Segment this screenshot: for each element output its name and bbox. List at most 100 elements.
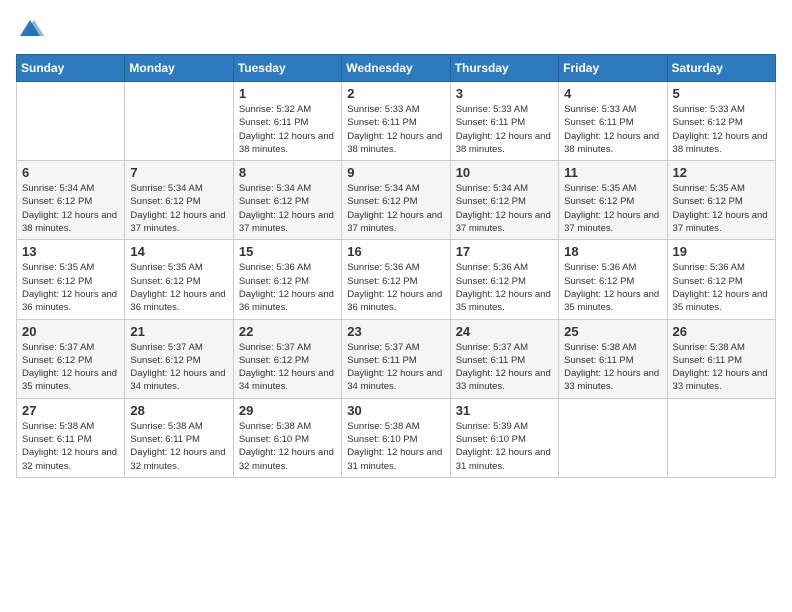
day-number: 5	[673, 86, 770, 101]
calendar-cell: 10 Sunrise: 5:34 AM Sunset: 6:12 PM Dayli…	[450, 161, 558, 240]
day-number: 22	[239, 324, 336, 339]
day-detail: Sunrise: 5:36 AM Sunset: 6:12 PM Dayligh…	[347, 261, 444, 314]
calendar-cell: 23 Sunrise: 5:37 AM Sunset: 6:11 PM Dayli…	[342, 319, 450, 398]
calendar-cell: 21 Sunrise: 5:37 AM Sunset: 6:12 PM Dayli…	[125, 319, 233, 398]
day-number: 11	[564, 165, 661, 180]
calendar-cell: 4 Sunrise: 5:33 AM Sunset: 6:11 PM Daylig…	[559, 82, 667, 161]
day-detail: Sunrise: 5:37 AM Sunset: 6:11 PM Dayligh…	[347, 341, 444, 394]
day-detail: Sunrise: 5:37 AM Sunset: 6:12 PM Dayligh…	[130, 341, 227, 394]
calendar-cell: 20Sunrise: 5:37 AM Sunset: 6:12 PM Dayli…	[17, 319, 125, 398]
day-detail: Sunrise: 5:34 AM Sunset: 6:12 PM Dayligh…	[347, 182, 444, 235]
calendar-cell: 15Sunrise: 5:36 AM Sunset: 6:12 PM Dayli…	[233, 240, 341, 319]
day-detail: Sunrise: 5:37 AM Sunset: 6:12 PM Dayligh…	[239, 341, 336, 394]
calendar-cell: 26 Sunrise: 5:38 AM Sunset: 6:11 PM Dayli…	[667, 319, 775, 398]
day-number: 12	[673, 165, 770, 180]
calendar-cell: 2Sunrise: 5:33 AM Sunset: 6:11 PM Daylig…	[342, 82, 450, 161]
calendar-cell: 12 Sunrise: 5:35 AM Sunset: 6:12 PM Dayli…	[667, 161, 775, 240]
day-number: 30	[347, 403, 444, 418]
day-number: 18	[564, 244, 661, 259]
calendar-cell: 31 Sunrise: 5:39 AM Sunset: 6:10 PM Dayli…	[450, 398, 558, 477]
day-number: 17	[456, 244, 553, 259]
day-number: 1	[239, 86, 336, 101]
day-detail: Sunrise: 5:38 AM Sunset: 6:11 PM Dayligh…	[673, 341, 770, 394]
day-detail: Sunrise: 5:35 AM Sunset: 6:12 PM Dayligh…	[564, 182, 661, 235]
page-header	[16, 16, 776, 44]
day-number: 3	[456, 86, 553, 101]
calendar-cell	[17, 82, 125, 161]
day-detail: Sunrise: 5:38 AM Sunset: 6:10 PM Dayligh…	[347, 420, 444, 473]
day-number: 6	[22, 165, 119, 180]
calendar-cell: 14 Sunrise: 5:35 AM Sunset: 6:12 PM Dayli…	[125, 240, 233, 319]
day-number: 27	[22, 403, 119, 418]
day-number: 28	[130, 403, 227, 418]
day-detail: Sunrise: 5:38 AM Sunset: 6:11 PM Dayligh…	[564, 341, 661, 394]
day-detail: Sunrise: 5:32 AM Sunset: 6:11 PM Dayligh…	[239, 103, 336, 156]
calendar-day-header: Sunday	[17, 55, 125, 82]
day-detail: Sunrise: 5:33 AM Sunset: 6:11 PM Dayligh…	[456, 103, 553, 156]
calendar-week-row: 20Sunrise: 5:37 AM Sunset: 6:12 PM Dayli…	[17, 319, 776, 398]
day-detail: Sunrise: 5:36 AM Sunset: 6:12 PM Dayligh…	[673, 261, 770, 314]
calendar-cell	[125, 82, 233, 161]
day-number: 23	[347, 324, 444, 339]
calendar-cell: 25Sunrise: 5:38 AM Sunset: 6:11 PM Dayli…	[559, 319, 667, 398]
day-detail: Sunrise: 5:34 AM Sunset: 6:12 PM Dayligh…	[239, 182, 336, 235]
day-number: 7	[130, 165, 227, 180]
day-number: 16	[347, 244, 444, 259]
day-number: 13	[22, 244, 119, 259]
day-number: 31	[456, 403, 553, 418]
logo	[16, 16, 48, 44]
calendar-cell: 16 Sunrise: 5:36 AM Sunset: 6:12 PM Dayli…	[342, 240, 450, 319]
day-number: 21	[130, 324, 227, 339]
calendar-cell: 1 Sunrise: 5:32 AM Sunset: 6:11 PM Daylig…	[233, 82, 341, 161]
day-detail: Sunrise: 5:35 AM Sunset: 6:12 PM Dayligh…	[130, 261, 227, 314]
calendar-day-header: Monday	[125, 55, 233, 82]
calendar-week-row: 1 Sunrise: 5:32 AM Sunset: 6:11 PM Daylig…	[17, 82, 776, 161]
day-number: 19	[673, 244, 770, 259]
day-detail: Sunrise: 5:36 AM Sunset: 6:12 PM Dayligh…	[456, 261, 553, 314]
day-number: 24	[456, 324, 553, 339]
calendar-cell	[559, 398, 667, 477]
day-detail: Sunrise: 5:34 AM Sunset: 6:12 PM Dayligh…	[130, 182, 227, 235]
calendar-day-header: Tuesday	[233, 55, 341, 82]
day-detail: Sunrise: 5:33 AM Sunset: 6:11 PM Dayligh…	[564, 103, 661, 156]
calendar-day-header: Wednesday	[342, 55, 450, 82]
day-detail: Sunrise: 5:35 AM Sunset: 6:12 PM Dayligh…	[22, 261, 119, 314]
calendar-week-row: 6 Sunrise: 5:34 AM Sunset: 6:12 PM Daylig…	[17, 161, 776, 240]
day-number: 10	[456, 165, 553, 180]
logo-icon	[16, 16, 44, 44]
day-detail: Sunrise: 5:34 AM Sunset: 6:12 PM Dayligh…	[22, 182, 119, 235]
day-detail: Sunrise: 5:37 AM Sunset: 6:12 PM Dayligh…	[22, 341, 119, 394]
day-detail: Sunrise: 5:38 AM Sunset: 6:11 PM Dayligh…	[130, 420, 227, 473]
calendar-day-header: Thursday	[450, 55, 558, 82]
calendar-cell: 17 Sunrise: 5:36 AM Sunset: 6:12 PM Dayli…	[450, 240, 558, 319]
calendar-cell: 13 Sunrise: 5:35 AM Sunset: 6:12 PM Dayli…	[17, 240, 125, 319]
calendar-cell: 29Sunrise: 5:38 AM Sunset: 6:10 PM Dayli…	[233, 398, 341, 477]
day-number: 26	[673, 324, 770, 339]
calendar-cell: 28 Sunrise: 5:38 AM Sunset: 6:11 PM Dayli…	[125, 398, 233, 477]
calendar-table: SundayMondayTuesdayWednesdayThursdayFrid…	[16, 54, 776, 478]
calendar-cell: 24Sunrise: 5:37 AM Sunset: 6:11 PM Dayli…	[450, 319, 558, 398]
calendar-day-header: Friday	[559, 55, 667, 82]
day-detail: Sunrise: 5:38 AM Sunset: 6:11 PM Dayligh…	[22, 420, 119, 473]
calendar-cell: 30 Sunrise: 5:38 AM Sunset: 6:10 PM Dayli…	[342, 398, 450, 477]
day-detail: Sunrise: 5:38 AM Sunset: 6:10 PM Dayligh…	[239, 420, 336, 473]
calendar-cell: 11 Sunrise: 5:35 AM Sunset: 6:12 PM Dayli…	[559, 161, 667, 240]
calendar-cell: 8 Sunrise: 5:34 AM Sunset: 6:12 PM Daylig…	[233, 161, 341, 240]
day-number: 8	[239, 165, 336, 180]
calendar-cell	[667, 398, 775, 477]
calendar-week-row: 13 Sunrise: 5:35 AM Sunset: 6:12 PM Dayli…	[17, 240, 776, 319]
day-detail: Sunrise: 5:36 AM Sunset: 6:12 PM Dayligh…	[564, 261, 661, 314]
calendar-cell: 9Sunrise: 5:34 AM Sunset: 6:12 PM Daylig…	[342, 161, 450, 240]
calendar-week-row: 27 Sunrise: 5:38 AM Sunset: 6:11 PM Dayli…	[17, 398, 776, 477]
day-number: 4	[564, 86, 661, 101]
calendar-cell: 6 Sunrise: 5:34 AM Sunset: 6:12 PM Daylig…	[17, 161, 125, 240]
day-detail: Sunrise: 5:39 AM Sunset: 6:10 PM Dayligh…	[456, 420, 553, 473]
calendar-cell: 19 Sunrise: 5:36 AM Sunset: 6:12 PM Dayli…	[667, 240, 775, 319]
day-detail: Sunrise: 5:33 AM Sunset: 6:11 PM Dayligh…	[347, 103, 444, 156]
day-detail: Sunrise: 5:34 AM Sunset: 6:12 PM Dayligh…	[456, 182, 553, 235]
calendar-cell: 7 Sunrise: 5:34 AM Sunset: 6:12 PM Daylig…	[125, 161, 233, 240]
calendar-cell: 3 Sunrise: 5:33 AM Sunset: 6:11 PM Daylig…	[450, 82, 558, 161]
day-detail: Sunrise: 5:36 AM Sunset: 6:12 PM Dayligh…	[239, 261, 336, 314]
day-detail: Sunrise: 5:35 AM Sunset: 6:12 PM Dayligh…	[673, 182, 770, 235]
day-number: 14	[130, 244, 227, 259]
